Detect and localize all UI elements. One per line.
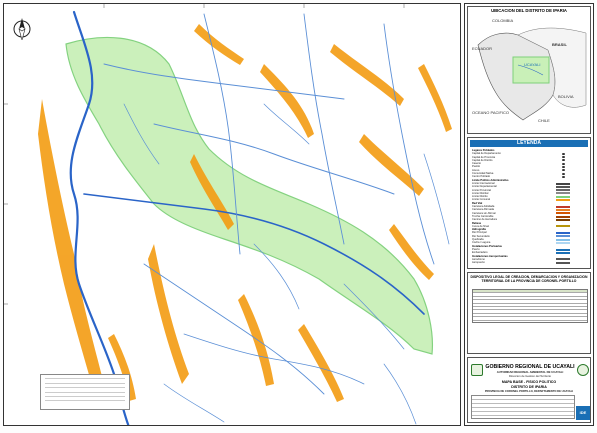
legend-symbol [562,172,565,175]
legend-symbol [556,205,570,208]
north-arrow-icon [13,18,31,40]
legend-symbol [556,189,570,192]
north-arrow [12,16,32,40]
province-line: PROVINCIA DE CORONEL PORTILLO, DEPARTAME… [484,390,574,393]
legend-symbol [556,261,570,264]
title-block: GOBIERNO REGIONAL DE UCAYALI AUTORIDAD R… [467,357,591,423]
inset-label-bolivia: BOLIVIA [558,94,574,99]
legend-symbol [556,248,570,251]
legend-symbol [562,166,565,169]
map-info-grid [471,395,575,419]
legend-symbol [556,195,570,198]
legend-item-label: Aeropuerto [472,261,485,265]
legend-symbol [556,212,570,215]
inset-title: UBICACION DEL DISTRITO DE IPARIA [491,8,567,13]
inset-label-chile: CHILE [538,118,550,123]
legend-symbol [562,162,565,165]
legal-creation-box: DISPOSITIVO LEGAL DE CREACION, DEMARCACI… [467,272,591,354]
legend-symbol [562,152,565,155]
inset-label-ucayali: UCAYALI [524,62,541,67]
legend-symbol [556,238,570,241]
regional-government-logo-icon [471,364,483,376]
legend-symbol [556,232,570,235]
legend-symbol [562,156,565,159]
legend-item: Aeropuerto [472,261,588,264]
legend-list: Lugares Poblados Capital de Departamento C… [472,149,588,264]
legend-symbol [556,185,570,188]
district-title: DISTRITO DE IPARIA [511,385,547,389]
legend-symbol [556,199,570,202]
legend-symbol [556,218,570,221]
legend-symbol [556,241,570,244]
inset-label-ecuador: ECUADOR [472,46,493,51]
map-sheet: UBICACION DEL DISTRITO DE IPARIA COLOMBI… [0,0,597,433]
inset-label-ocean: OCEANO PACIFICO [472,110,510,115]
map-legend: LEYENDA Lugares Poblados Capital de Depar… [467,137,591,269]
side-panel: UBICACION DEL DISTRITO DE IPARIA COLOMBI… [464,3,594,426]
legend-title: LEYENDA [470,140,588,147]
legend-symbol [556,251,570,254]
map-title: MAPA BASE - FISICO POLITICO [501,380,557,384]
inset-label-colombia: COLOMBIA [492,18,514,23]
environmental-authority-logo-icon [577,364,589,376]
legend-symbol [562,159,565,162]
inset-ucayali-box [512,56,550,84]
legend-symbol [556,182,570,185]
legend-symbol [562,169,565,172]
map-main-frame[interactable] [3,3,461,426]
legend-symbol [562,175,565,178]
legend-symbol [556,258,570,261]
legend-symbol [556,208,570,211]
inset-label-brasil: BRASIL [552,42,567,47]
division-name: Direccion de Gestion del Territorio [508,374,552,378]
legal-title: DISPOSITIVO LEGAL DE CREACION, DEMARCACI… [470,275,588,283]
map-canvas[interactable] [4,4,461,426]
legend-symbol [556,192,570,195]
legend-symbol [556,215,570,218]
ide-logo: IDE [576,406,590,420]
map-notes-box [40,374,130,410]
legal-table [472,289,588,323]
location-inset-map[interactable]: UBICACION DEL DISTRITO DE IPARIA COLOMBI… [467,6,591,134]
inset-canvas [477,27,587,121]
legend-symbol [556,225,570,228]
legend-symbol [556,235,570,238]
